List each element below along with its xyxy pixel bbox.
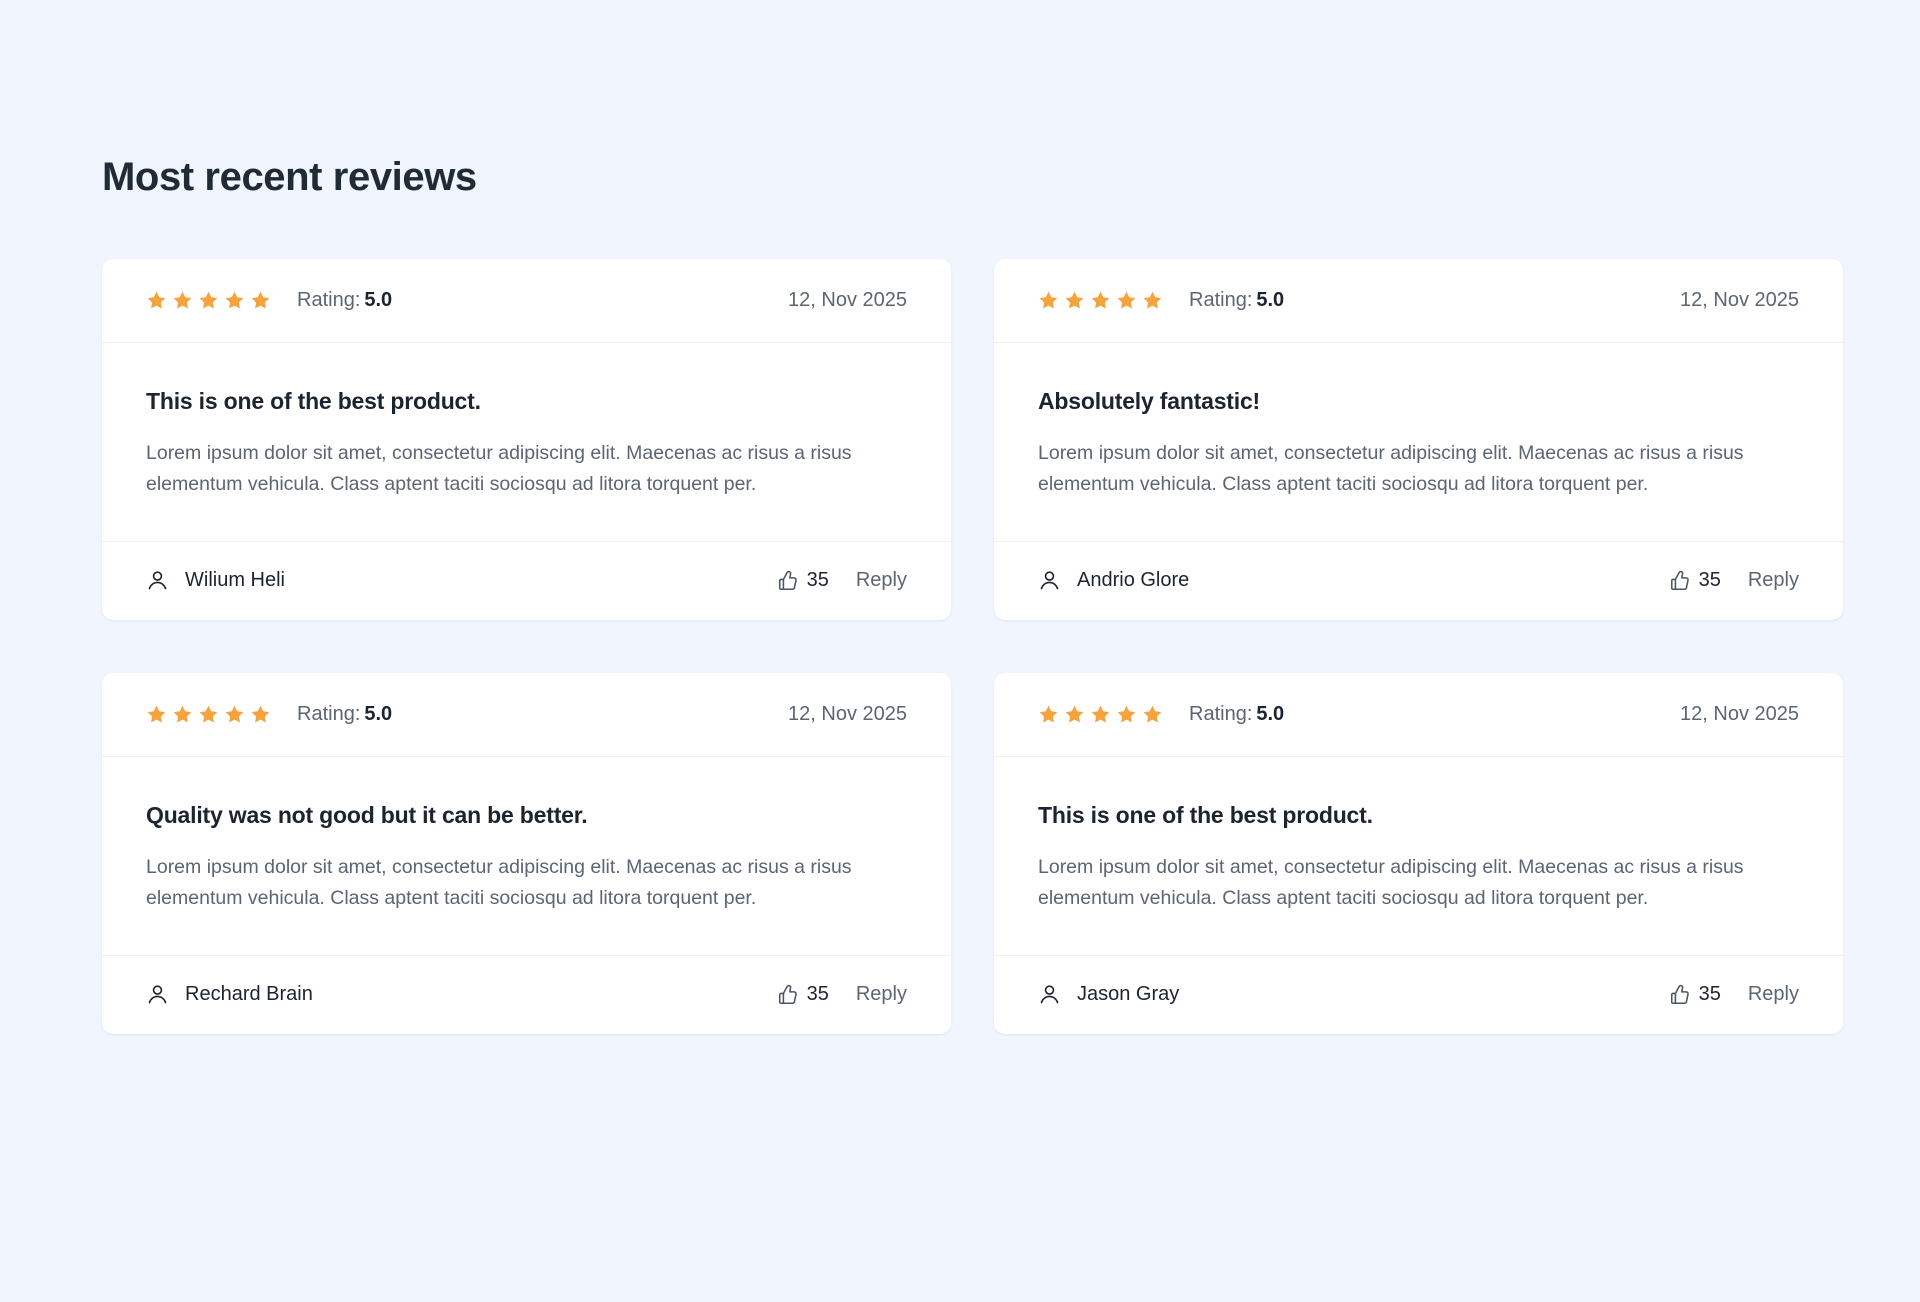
thumbs-up-icon bbox=[1669, 984, 1691, 1006]
review-card: Rating: 5.0 12, Nov 2025 This is one of … bbox=[102, 259, 951, 620]
review-text: Lorem ipsum dolor sit amet, consectetur … bbox=[1038, 855, 1744, 910]
review-title: This is one of the best product. bbox=[146, 388, 481, 414]
rating-block: Rating: 5.0 bbox=[1189, 703, 1284, 726]
review-card: Rating: 5.0 12, Nov 2025 This is one of … bbox=[994, 672, 1843, 1034]
star-icon bbox=[1039, 705, 1058, 723]
review-author: Rechard Brain bbox=[146, 983, 313, 1006]
star-icon bbox=[225, 705, 244, 723]
review-title: This is one of the best product. bbox=[1038, 801, 1373, 828]
person-icon bbox=[146, 569, 169, 592]
rating-label: Rating: bbox=[297, 289, 361, 311]
page-title: Most recent reviews bbox=[102, 155, 477, 199]
review-text: Lorem ipsum dolor sit amet, consectetur … bbox=[146, 441, 852, 496]
review-header: Rating: 5.0 12, Nov 2025 bbox=[994, 673, 1843, 757]
rating-value: 5.0 bbox=[1256, 289, 1285, 311]
review-footer: Jason Gray 35 Reply bbox=[994, 956, 1843, 1034]
review-text: Lorem ipsum dolor sit amet, consectetur … bbox=[146, 855, 852, 910]
thumbs-up-icon bbox=[777, 984, 799, 1006]
person-icon bbox=[1038, 983, 1061, 1006]
star-icon bbox=[173, 705, 192, 723]
star-icon bbox=[1091, 705, 1110, 723]
review-title: Quality was not good but it can be bette… bbox=[146, 801, 588, 828]
star-icon bbox=[1117, 705, 1136, 723]
thumbs-up-icon bbox=[777, 570, 799, 592]
like-button[interactable]: 35 bbox=[777, 569, 829, 592]
star-icon bbox=[251, 291, 270, 309]
review-header: Rating: 5.0 12, Nov 2025 bbox=[102, 673, 951, 757]
reviews-grid: Rating: 5.0 12, Nov 2025 This is one of … bbox=[102, 259, 1843, 1034]
star-icon bbox=[1143, 705, 1162, 723]
review-author: Andrio Glore bbox=[1038, 569, 1189, 592]
star-icon bbox=[147, 705, 166, 723]
review-body: This is one of the best product. Lorem i… bbox=[994, 757, 1843, 956]
rating-value: 5.0 bbox=[364, 702, 393, 725]
star-icon bbox=[1117, 291, 1136, 309]
star-icon bbox=[199, 291, 218, 309]
star-icon bbox=[199, 705, 218, 723]
rating-label: Rating: bbox=[297, 702, 361, 725]
star-icon bbox=[1065, 705, 1084, 723]
rating-block: Rating: 5.0 bbox=[1189, 289, 1284, 312]
reviews-page: Most recent reviews Rating: 5.0 12, Nov … bbox=[0, 0, 1920, 1302]
review-date: 12, Nov 2025 bbox=[788, 289, 907, 311]
reply-button[interactable]: Reply bbox=[856, 569, 907, 592]
review-body: Quality was not good but it can be bette… bbox=[102, 757, 951, 956]
author-name: Rechard Brain bbox=[185, 983, 313, 1006]
star-rating bbox=[1038, 704, 1163, 725]
review-card: Rating: 5.0 12, Nov 2025 Quality was not… bbox=[102, 672, 951, 1034]
star-rating bbox=[1038, 290, 1163, 311]
star-icon bbox=[1143, 291, 1162, 309]
like-count: 35 bbox=[806, 983, 829, 1006]
review-body: This is one of the best product. Lorem i… bbox=[102, 343, 951, 542]
thumbs-up-icon bbox=[1669, 570, 1691, 592]
rating-block: Rating: 5.0 bbox=[297, 703, 392, 726]
review-card: Rating: 5.0 12, Nov 2025 Absolutely fant… bbox=[994, 259, 1843, 620]
star-icon bbox=[1091, 291, 1110, 309]
like-button[interactable]: 35 bbox=[1669, 569, 1721, 592]
review-header: Rating: 5.0 12, Nov 2025 bbox=[994, 259, 1843, 343]
star-icon bbox=[225, 291, 244, 309]
review-date: 12, Nov 2025 bbox=[1680, 289, 1799, 311]
footer-actions: 35 Reply bbox=[1669, 983, 1799, 1006]
author-name: Jason Gray bbox=[1077, 983, 1180, 1006]
review-footer: Wilium Heli 35 Reply bbox=[102, 542, 951, 620]
like-count: 35 bbox=[806, 569, 829, 592]
reply-button[interactable]: Reply bbox=[1748, 569, 1799, 592]
like-count: 35 bbox=[1698, 569, 1721, 592]
review-footer: Rechard Brain 35 Reply bbox=[102, 956, 951, 1034]
author-name: Andrio Glore bbox=[1077, 569, 1190, 592]
rating-label: Rating: bbox=[1189, 702, 1253, 725]
reply-button[interactable]: Reply bbox=[1748, 983, 1799, 1006]
review-date: 12, Nov 2025 bbox=[788, 702, 907, 725]
like-button[interactable]: 35 bbox=[777, 983, 829, 1006]
reply-button[interactable]: Reply bbox=[856, 983, 907, 1006]
footer-actions: 35 Reply bbox=[777, 569, 907, 592]
star-icon bbox=[1065, 291, 1084, 309]
rating-label: Rating: bbox=[1189, 289, 1253, 311]
star-icon bbox=[173, 291, 192, 309]
review-title: Absolutely fantastic! bbox=[1038, 388, 1261, 414]
star-icon bbox=[251, 705, 270, 723]
star-icon bbox=[1039, 291, 1058, 309]
star-rating bbox=[146, 290, 271, 311]
star-icon bbox=[147, 291, 166, 309]
rating-block: Rating: 5.0 bbox=[297, 289, 392, 312]
review-footer: Andrio Glore 35 Reply bbox=[994, 542, 1843, 620]
review-author: Wilium Heli bbox=[146, 569, 285, 592]
person-icon bbox=[146, 983, 169, 1006]
like-button[interactable]: 35 bbox=[1669, 983, 1721, 1006]
footer-actions: 35 Reply bbox=[777, 983, 907, 1006]
like-count: 35 bbox=[1698, 983, 1721, 1006]
star-rating bbox=[146, 704, 271, 725]
author-name: Wilium Heli bbox=[185, 569, 285, 592]
person-icon bbox=[1038, 569, 1061, 592]
rating-value: 5.0 bbox=[364, 289, 393, 311]
rating-value: 5.0 bbox=[1256, 702, 1285, 725]
review-author: Jason Gray bbox=[1038, 983, 1179, 1006]
review-text: Lorem ipsum dolor sit amet, consectetur … bbox=[1038, 441, 1744, 496]
review-body: Absolutely fantastic! Lorem ipsum dolor … bbox=[994, 343, 1843, 542]
review-date: 12, Nov 2025 bbox=[1680, 702, 1799, 725]
review-header: Rating: 5.0 12, Nov 2025 bbox=[102, 259, 951, 343]
footer-actions: 35 Reply bbox=[1669, 569, 1799, 592]
